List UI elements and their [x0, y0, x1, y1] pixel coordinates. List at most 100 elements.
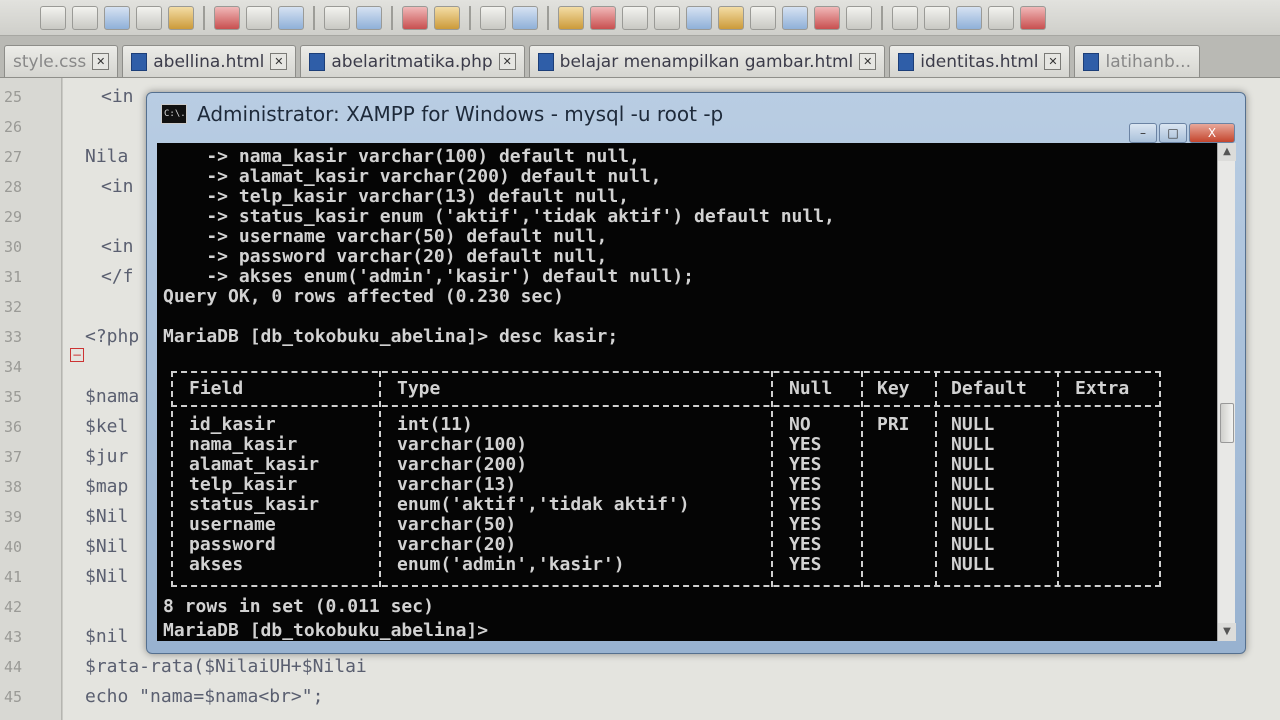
line-number: 31	[4, 268, 23, 286]
table-cell: YES	[789, 434, 822, 455]
close-file-icon[interactable]	[104, 5, 130, 30]
editor-toolbar	[0, 0, 1280, 36]
close-button[interactable]: X	[1189, 123, 1235, 143]
close-all-icon[interactable]	[136, 5, 162, 30]
table-cell: YES	[789, 474, 822, 495]
desc-prompt-line: MariaDB [db_tokobuku_abelina]> desc kasi…	[163, 326, 619, 347]
line-number: 45	[4, 688, 23, 706]
tab-style-css[interactable]: style.css ✕	[4, 45, 119, 77]
line-number: 40	[4, 538, 23, 556]
folder-icon[interactable]	[814, 5, 840, 30]
sync-scroll-icon[interactable]	[558, 5, 584, 30]
table-cell: YES	[789, 454, 822, 475]
toolbar-separator	[313, 5, 315, 30]
minimize-button[interactable]: –	[1129, 123, 1157, 143]
table-cell: status_kasir	[189, 494, 320, 515]
tab-abelaritmatika-php[interactable]: abelaritmatika.php ✕	[300, 45, 525, 77]
sync-horizontal-icon[interactable]	[590, 5, 616, 30]
rows-in-set-line: 8 rows in set (0.011 sec)	[163, 596, 434, 617]
table-border	[171, 585, 1161, 587]
tab-label: identitas.html	[920, 51, 1039, 72]
tab-label: belajar menampilkan gambar.html	[559, 51, 854, 72]
console-output[interactable]: -> nama_kasir varchar(100) default null,…	[157, 143, 1217, 641]
line-number: 26	[4, 118, 23, 136]
scroll-thumb[interactable]	[1220, 403, 1234, 443]
monitor-icon[interactable]	[846, 5, 872, 30]
toolbar-separator	[391, 5, 393, 30]
code-line: <in	[101, 236, 134, 257]
line-number-gutter: 25 26 27 28 29 30 31 32 33 34 35 36 37 38 39 40 41 42 43 44…	[0, 78, 62, 720]
line-number: 30	[4, 238, 23, 256]
tab-belajar-menampilkan-gambar[interactable]: belajar menampilkan gambar.html ✕	[528, 45, 886, 77]
tab-label: abellina.html	[153, 51, 265, 72]
line-number: 27	[4, 148, 23, 166]
console-scrollbar[interactable]: ▲ ▼	[1217, 143, 1236, 641]
scroll-up-arrow-icon[interactable]: ▲	[1218, 143, 1236, 161]
fold-toggle-icon[interactable]: −	[70, 348, 84, 362]
file-icon	[131, 52, 148, 71]
show-all-chars-icon[interactable]	[654, 5, 680, 30]
file-icon	[898, 52, 915, 71]
table-cell: NULL	[951, 514, 995, 535]
column-rule	[1057, 371, 1059, 587]
stop-macro-icon[interactable]	[924, 5, 950, 30]
tab-latihan[interactable]: latihanb...	[1074, 45, 1200, 77]
copy-icon[interactable]	[246, 5, 272, 30]
table-cell: varchar(50)	[397, 514, 517, 535]
tab-identitas-html[interactable]: identitas.html ✕	[889, 45, 1071, 77]
play-macro-icon[interactable]	[956, 5, 982, 30]
tab-close-icon[interactable]: ✕	[270, 53, 288, 70]
print-icon[interactable]	[168, 5, 194, 30]
save-macro-icon[interactable]	[1020, 5, 1046, 30]
console-window[interactable]: C:\. Administrator: XAMPP for Windows - …	[146, 92, 1246, 654]
maximize-button[interactable]: □	[1159, 123, 1187, 143]
language-icon[interactable]	[718, 5, 744, 30]
console-line: -> username varchar(50) default null,	[163, 226, 608, 247]
open-file-icon[interactable]	[40, 5, 66, 30]
paste-icon[interactable]	[278, 5, 304, 30]
replace-icon[interactable]	[434, 5, 460, 30]
tab-close-icon[interactable]: ✕	[859, 53, 877, 70]
table-header-cell: Type	[397, 378, 441, 399]
table-cell: YES	[789, 514, 822, 535]
redo-icon[interactable]	[356, 5, 382, 30]
find-icon[interactable]	[402, 5, 428, 30]
table-cell: varchar(13)	[397, 474, 517, 495]
line-number: 34	[4, 358, 23, 376]
table-header-cell: Field	[189, 378, 244, 399]
undo-icon[interactable]	[324, 5, 350, 30]
function-list-icon[interactable]	[782, 5, 808, 30]
line-number: 28	[4, 178, 23, 196]
tab-abellina-html[interactable]: abellina.html ✕	[122, 45, 297, 77]
table-cell: YES	[789, 494, 822, 515]
code-line: $kel	[85, 416, 129, 437]
table-cell: akses	[189, 554, 244, 575]
line-number: 44	[4, 658, 23, 676]
table-cell: enum('admin','kasir')	[397, 554, 625, 575]
tab-close-icon[interactable]: ✕	[1044, 53, 1062, 70]
table-cell: varchar(20)	[397, 534, 517, 555]
code-line: </f	[101, 266, 134, 287]
save-icon[interactable]	[72, 5, 98, 30]
tab-close-icon[interactable]: ✕	[92, 53, 110, 70]
line-number: 29	[4, 208, 23, 226]
zoom-in-icon[interactable]	[480, 5, 506, 30]
doc-map-icon[interactable]	[750, 5, 776, 30]
line-number: 33	[4, 328, 23, 346]
run-macro-multiple-icon[interactable]	[988, 5, 1014, 30]
code-line: <in	[101, 176, 134, 197]
table-cell: nama_kasir	[189, 434, 298, 455]
table-cell: NULL	[951, 434, 995, 455]
word-wrap-icon[interactable]	[622, 5, 648, 30]
window-controls: – □ X	[1129, 123, 1235, 143]
code-line: $Nil	[85, 566, 129, 587]
indent-guide-icon[interactable]	[686, 5, 712, 30]
scroll-down-arrow-icon[interactable]: ▼	[1218, 623, 1236, 641]
tab-close-icon[interactable]: ✕	[498, 53, 516, 70]
table-header-cell: Null	[789, 378, 833, 399]
record-macro-icon[interactable]	[892, 5, 918, 30]
cut-icon[interactable]	[214, 5, 240, 30]
window-titlebar[interactable]: C:\. Administrator: XAMPP for Windows - …	[147, 93, 1245, 135]
zoom-out-icon[interactable]	[512, 5, 538, 30]
code-line: $rata-rata($NilaiUH+$Nilai	[85, 656, 367, 677]
